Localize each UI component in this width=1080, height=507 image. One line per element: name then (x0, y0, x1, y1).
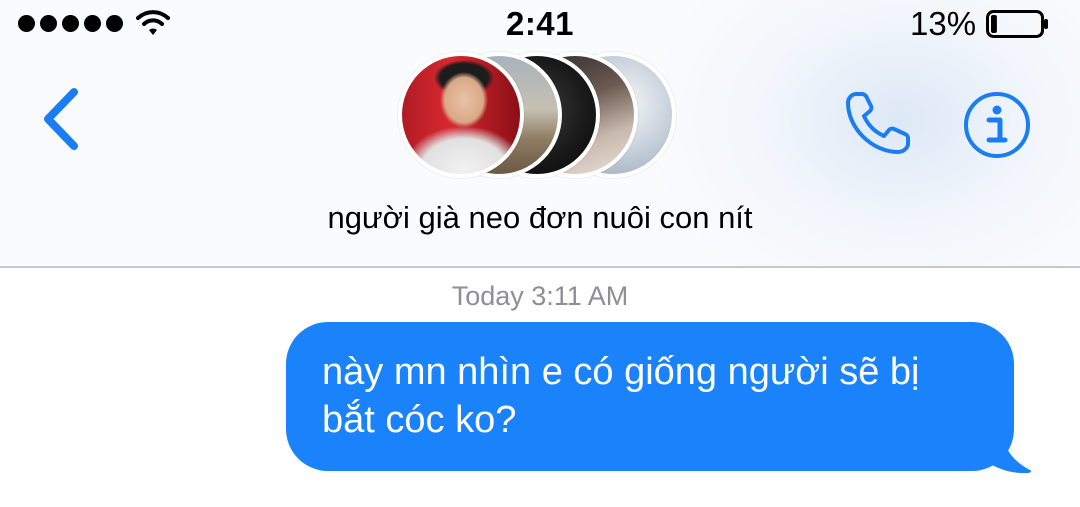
battery-icon (986, 10, 1048, 38)
message-text-line-1: này mn nhìn e có giống người sẽ bị (322, 351, 920, 393)
group-avatar-stack[interactable] (398, 52, 688, 182)
phone-icon (846, 92, 910, 154)
member-avatar-1 (398, 52, 524, 178)
info-icon (964, 92, 1030, 158)
message-text-line-2: bắt cóc ko? (322, 399, 517, 441)
battery-percent: 13% (910, 5, 977, 42)
call-button[interactable] (842, 88, 916, 158)
message-timestamp: Today 3:11 AM (451, 281, 629, 311)
chevron-left-icon (44, 88, 78, 150)
navigation-header: 2:41 13% người già neo đơn nuôi con nít (0, 0, 1080, 268)
outgoing-message-bubble[interactable]: này mn nhìn e có giống người sẽ bị bắt c… (286, 322, 1014, 471)
status-bar: 2:41 13% (0, 0, 1080, 50)
info-button[interactable] (962, 90, 1032, 160)
back-button[interactable] (36, 84, 92, 154)
group-name[interactable]: người già neo đơn nuôi con nít (0, 200, 1080, 236)
